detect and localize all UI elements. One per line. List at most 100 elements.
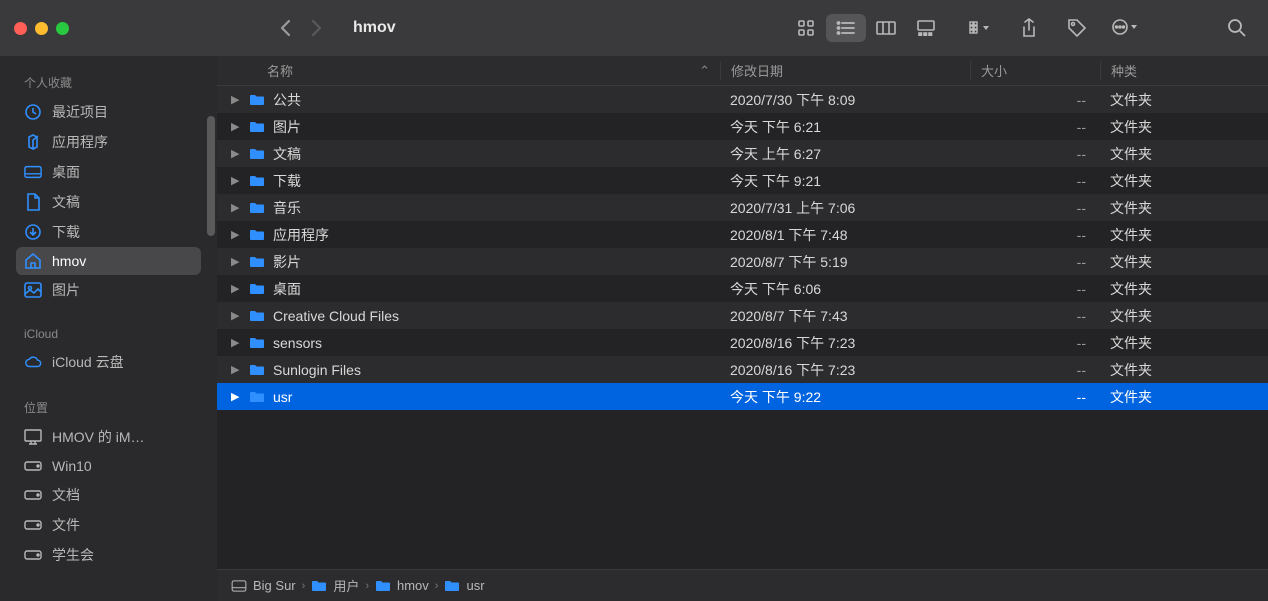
- gallery-view-button[interactable]: [906, 14, 946, 42]
- close-window-button[interactable]: [14, 22, 27, 35]
- disclosure-triangle-icon[interactable]: ▶: [231, 390, 243, 403]
- group-by-button[interactable]: [964, 14, 998, 42]
- folder-icon: [249, 390, 267, 404]
- path-bar: Big Sur›用户›hmov›usr: [217, 569, 1268, 601]
- disclosure-triangle-icon[interactable]: ▶: [231, 93, 243, 106]
- file-size: --: [970, 254, 1100, 270]
- forward-button[interactable]: [311, 19, 323, 37]
- sidebar-scrollbar[interactable]: [207, 116, 215, 236]
- file-row[interactable]: ▶下载今天 下午 9:21--文件夹: [217, 167, 1268, 194]
- file-kind: 文件夹: [1100, 387, 1268, 407]
- disclosure-triangle-icon[interactable]: ▶: [231, 336, 243, 349]
- file-date: 2020/7/30 下午 8:09: [720, 90, 970, 110]
- disclosure-triangle-icon[interactable]: ▶: [231, 255, 243, 268]
- file-date: 2020/7/31 上午 7:06: [720, 198, 970, 218]
- disclosure-triangle-icon[interactable]: ▶: [231, 120, 243, 133]
- main-content: 名称⌃ 修改日期 大小 种类 ▶公共2020/7/30 下午 8:09--文件夹…: [217, 56, 1268, 601]
- file-name: Sunlogin Files: [273, 362, 361, 378]
- search-button[interactable]: [1220, 14, 1254, 42]
- file-kind: 文件夹: [1100, 279, 1268, 299]
- file-size: --: [970, 92, 1100, 108]
- sidebar-item[interactable]: iCloud 云盘: [16, 347, 201, 377]
- sidebar-item[interactable]: 最近项目: [16, 97, 201, 127]
- sidebar-item-label: 最近项目: [52, 102, 108, 122]
- sidebar-item[interactable]: Win10: [16, 452, 201, 480]
- actions-button[interactable]: [1108, 14, 1142, 42]
- file-row[interactable]: ▶sensors2020/8/16 下午 7:23--文件夹: [217, 329, 1268, 356]
- file-date: 2020/8/7 下午 5:19: [720, 252, 970, 272]
- sidebar-item[interactable]: 图片: [16, 275, 201, 305]
- icon-view-button[interactable]: [786, 14, 826, 42]
- disclosure-triangle-icon[interactable]: ▶: [231, 228, 243, 241]
- column-kind[interactable]: 种类: [1100, 61, 1268, 80]
- column-size[interactable]: 大小: [970, 61, 1100, 80]
- folder-icon: [249, 336, 267, 350]
- file-row[interactable]: ▶图片今天 下午 6:21--文件夹: [217, 113, 1268, 140]
- maximize-window-button[interactable]: [56, 22, 69, 35]
- back-button[interactable]: [279, 19, 291, 37]
- file-row[interactable]: ▶Creative Cloud Files2020/8/7 下午 7:43--文…: [217, 302, 1268, 329]
- disclosure-triangle-icon[interactable]: ▶: [231, 282, 243, 295]
- folder-icon: [249, 93, 267, 107]
- file-row[interactable]: ▶音乐2020/7/31 上午 7:06--文件夹: [217, 194, 1268, 221]
- path-item[interactable]: usr: [444, 578, 484, 594]
- file-kind: 文件夹: [1100, 252, 1268, 272]
- path-item[interactable]: 用户: [311, 576, 359, 595]
- share-button[interactable]: [1012, 14, 1046, 42]
- disclosure-triangle-icon[interactable]: ▶: [231, 201, 243, 214]
- file-name: 音乐: [273, 198, 301, 218]
- file-row[interactable]: ▶公共2020/7/30 下午 8:09--文件夹: [217, 86, 1268, 113]
- column-view-button[interactable]: [866, 14, 906, 42]
- file-kind: 文件夹: [1100, 306, 1268, 326]
- folder-icon: [249, 255, 267, 269]
- sidebar-item[interactable]: 应用程序: [16, 127, 201, 157]
- folder-icon: [444, 578, 460, 594]
- sidebar-item[interactable]: 桌面: [16, 157, 201, 187]
- file-row[interactable]: ▶应用程序2020/8/1 下午 7:48--文件夹: [217, 221, 1268, 248]
- disclosure-triangle-icon[interactable]: ▶: [231, 309, 243, 322]
- file-name: 图片: [273, 117, 301, 137]
- list-view-button[interactable]: [826, 14, 866, 42]
- sidebar-item[interactable]: 文档: [16, 480, 201, 510]
- sidebar-item[interactable]: 文件: [16, 510, 201, 540]
- folder-icon: [249, 120, 267, 134]
- file-date: 2020/8/16 下午 7:23: [720, 360, 970, 380]
- download-icon: [24, 223, 42, 241]
- path-item[interactable]: hmov: [375, 578, 429, 594]
- file-kind: 文件夹: [1100, 333, 1268, 353]
- sidebar-item-label: 文稿: [52, 192, 80, 212]
- disclosure-triangle-icon[interactable]: ▶: [231, 174, 243, 187]
- clock-icon: [24, 103, 42, 121]
- sidebar: 个人收藏最近项目应用程序桌面文稿下载hmov图片iCloudiCloud 云盘位…: [0, 56, 217, 601]
- tag-button[interactable]: [1060, 14, 1094, 42]
- sidebar-item-label: 文件: [52, 515, 80, 535]
- file-date: 今天 下午 6:06: [720, 279, 970, 299]
- disclosure-triangle-icon[interactable]: ▶: [231, 147, 243, 160]
- file-row[interactable]: ▶桌面今天 下午 6:06--文件夹: [217, 275, 1268, 302]
- folder-icon: [375, 578, 391, 594]
- file-kind: 文件夹: [1100, 144, 1268, 164]
- file-row[interactable]: ▶Sunlogin Files2020/8/16 下午 7:23--文件夹: [217, 356, 1268, 383]
- sidebar-item[interactable]: 学生会: [16, 540, 201, 570]
- file-kind: 文件夹: [1100, 90, 1268, 110]
- file-row[interactable]: ▶文稿今天 上午 6:27--文件夹: [217, 140, 1268, 167]
- column-date[interactable]: 修改日期: [720, 61, 970, 80]
- path-item[interactable]: Big Sur: [231, 578, 296, 594]
- disclosure-triangle-icon[interactable]: ▶: [231, 363, 243, 376]
- sidebar-item[interactable]: 文稿: [16, 187, 201, 217]
- folder-icon: [249, 147, 267, 161]
- document-icon: [24, 193, 42, 211]
- path-label: 用户: [333, 576, 359, 595]
- file-row[interactable]: ▶usr今天 下午 9:22--文件夹: [217, 383, 1268, 410]
- minimize-window-button[interactable]: [35, 22, 48, 35]
- sidebar-item[interactable]: 下载: [16, 217, 201, 247]
- column-name[interactable]: 名称⌃: [217, 61, 720, 80]
- sidebar-item[interactable]: HMOV 的 iM…: [16, 422, 201, 452]
- path-label: usr: [466, 578, 484, 593]
- file-row[interactable]: ▶影片2020/8/7 下午 5:19--文件夹: [217, 248, 1268, 275]
- file-date: 今天 下午 9:22: [720, 387, 970, 407]
- file-size: --: [970, 335, 1100, 351]
- sidebar-item[interactable]: hmov: [16, 247, 201, 275]
- file-list[interactable]: ▶公共2020/7/30 下午 8:09--文件夹▶图片今天 下午 6:21--…: [217, 86, 1268, 569]
- sidebar-item-label: 应用程序: [52, 132, 108, 152]
